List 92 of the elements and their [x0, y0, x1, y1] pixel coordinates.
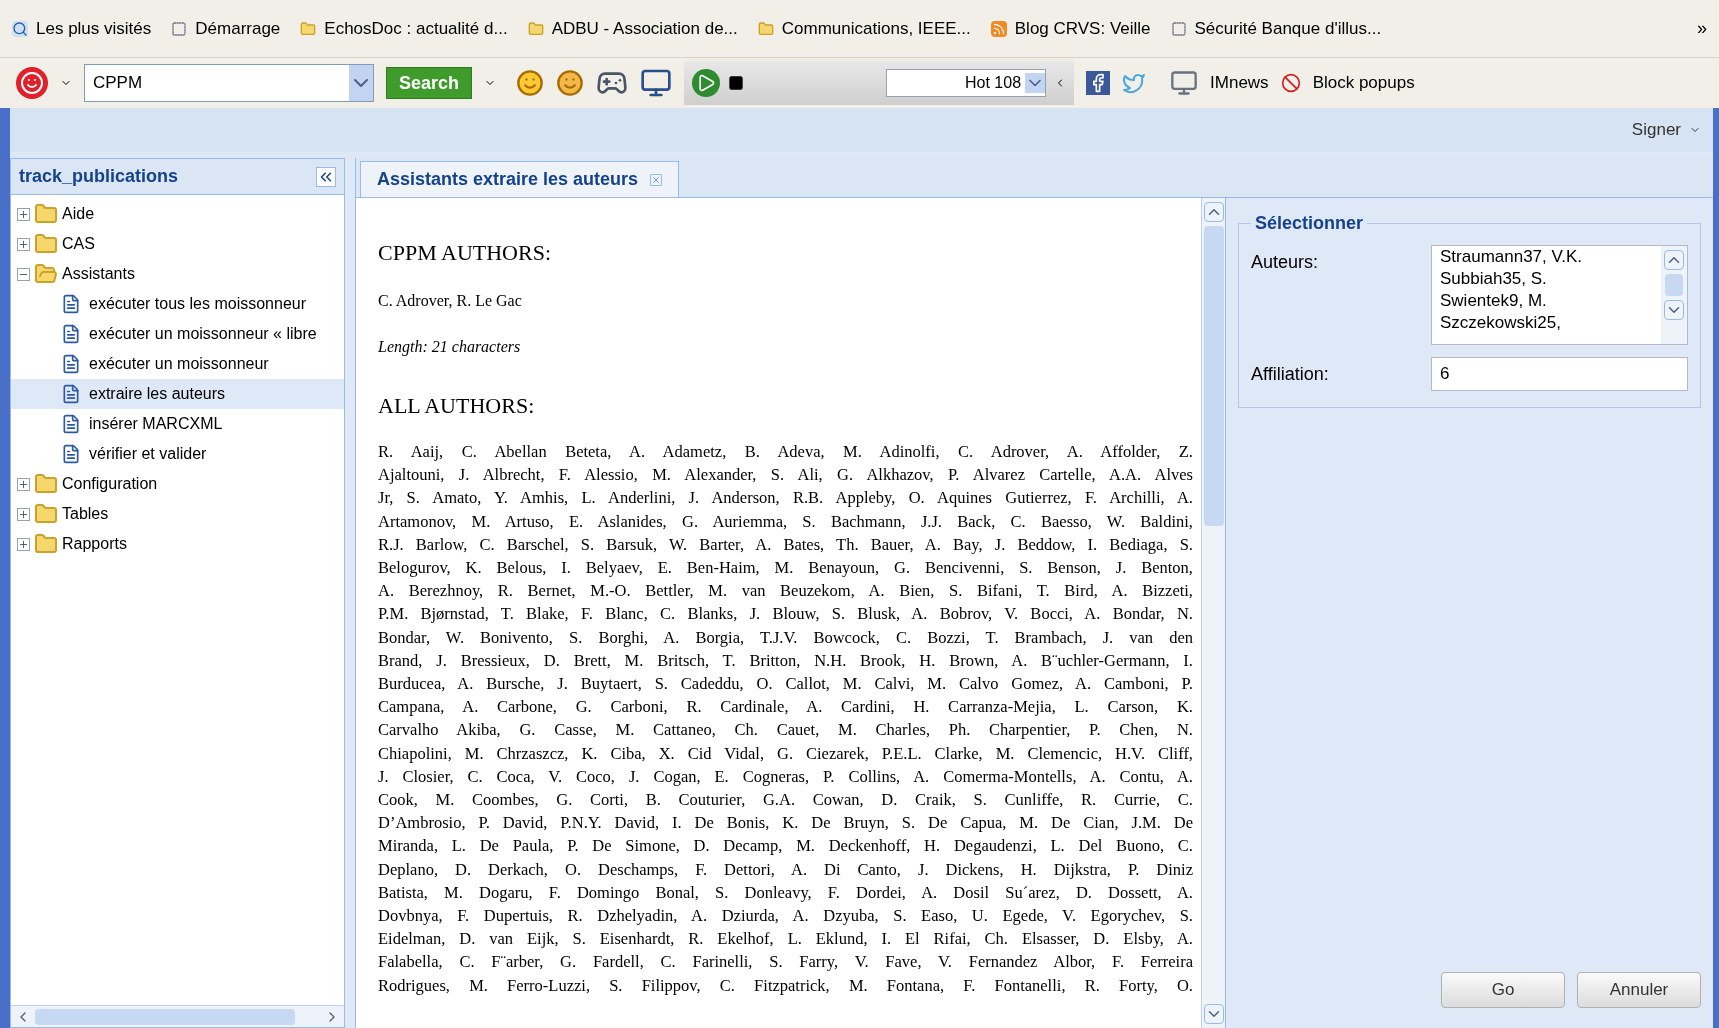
- folder-icon: [34, 262, 58, 286]
- dialog-button[interactable]: Annuler: [1577, 972, 1701, 1008]
- affiliation-field[interactable]: 6: [1431, 357, 1688, 391]
- expand-icon[interactable]: [17, 207, 30, 221]
- bookmark[interactable]: EchosDoc : actualité d...: [300, 15, 508, 42]
- scroll-thumb[interactable]: [1665, 274, 1683, 296]
- tree-item[interactable]: CAS: [11, 229, 344, 259]
- page-icon: [61, 294, 81, 314]
- scroll-down-icon[interactable]: [1664, 300, 1684, 320]
- author-text: C. Adrover, R. Le Gac: [378, 291, 523, 311]
- tree-item[interactable]: Aide: [11, 199, 344, 229]
- logo-icon[interactable]: [16, 67, 48, 99]
- smiley-icon[interactable]: [556, 69, 585, 97]
- user-menu[interactable]: Signer: [1631, 117, 1701, 143]
- page-icon: [61, 444, 81, 464]
- bookmark[interactable]: Les plus visités: [12, 15, 152, 42]
- expand-icon[interactable]: [17, 537, 30, 551]
- tree-item[interactable]: exécuter un moissonneur « libre: [11, 319, 344, 349]
- length-text: Length: 21 characters: [378, 337, 522, 358]
- rss-icon: [990, 20, 1007, 37]
- folder-icon: [527, 20, 544, 37]
- field-label: Auteurs:: [1251, 251, 1320, 274]
- authors-list[interactable]: Straumann37, V.K. Subbiah35, S. Swientek9, M. Szczekowski25,: [1431, 245, 1688, 345]
- expand-icon[interactable]: [17, 237, 30, 251]
- scroll-up-icon[interactable]: [1203, 202, 1224, 222]
- smiley-icon[interactable]: [516, 69, 545, 97]
- bookmark[interactable]: Sécurité Banque d'illus...: [1170, 15, 1382, 42]
- tree-item[interactable]: insérer MARCXML: [11, 409, 344, 439]
- tree-item[interactable]: exécuter tous les moissonneur: [11, 289, 344, 319]
- page-icon: [61, 384, 81, 404]
- more-bookmarks[interactable]: »: [1697, 15, 1707, 42]
- hot-field[interactable]: Hot 108: [886, 69, 1047, 97]
- tree-item[interactable]: extraire les auteurs: [11, 379, 344, 409]
- bookmark[interactable]: Communications, IEEE...: [757, 15, 971, 42]
- page-icon: [61, 354, 81, 374]
- fieldset-legend: Sélectionner: [1251, 210, 1368, 237]
- tree-item[interactable]: Rapports: [11, 529, 344, 559]
- section-heading: ALL AUTHORS:: [378, 392, 536, 420]
- bookmark[interactable]: ADBU - Association de...: [527, 15, 738, 42]
- bookmark[interactable]: Démarrage: [171, 15, 281, 42]
- dropdown-icon[interactable]: [1025, 73, 1046, 93]
- blank-page-icon: [1170, 20, 1187, 37]
- tree-item[interactable]: Assistants: [11, 259, 344, 289]
- dropdown-icon[interactable]: [349, 65, 373, 101]
- vertical-scrollbar[interactable]: [1661, 246, 1687, 344]
- tree-item[interactable]: Configuration: [11, 469, 344, 499]
- folder-icon: [34, 472, 58, 496]
- stop-icon[interactable]: [728, 75, 745, 91]
- list-option[interactable]: Swientek9, M.: [1440, 290, 1653, 312]
- panel-title: track_publications: [19, 165, 179, 188]
- search-field[interactable]: CPPM: [84, 64, 374, 102]
- list-option[interactable]: Szczekowski25,: [1440, 312, 1653, 334]
- horizontal-scrollbar[interactable]: [11, 1005, 344, 1027]
- block-popups-link[interactable]: Block popups: [1312, 70, 1415, 96]
- page-icon: [61, 324, 81, 344]
- tab[interactable]: Assistants extraire les auteurs: [360, 161, 680, 197]
- vertical-scrollbar[interactable]: [1201, 198, 1225, 1028]
- block-icon[interactable]: [1280, 73, 1301, 93]
- list-option[interactable]: Subbiah35, S.: [1440, 268, 1653, 290]
- bookmark[interactable]: Blog CRVS: Veille: [990, 15, 1151, 42]
- folder-icon: [34, 232, 58, 256]
- search-button[interactable]: Search: [386, 67, 473, 99]
- folder-icon: [34, 202, 58, 226]
- tree-item[interactable]: exécuter un moissonneur: [11, 349, 344, 379]
- collapse-icon[interactable]: [17, 267, 30, 281]
- scroll-up-icon[interactable]: [1664, 250, 1684, 270]
- expand-icon[interactable]: [17, 477, 30, 491]
- scroll-down-icon[interactable]: [1203, 1004, 1224, 1024]
- facebook-icon[interactable]: [1086, 71, 1111, 95]
- expand-icon[interactable]: [17, 507, 30, 521]
- close-icon[interactable]: [650, 173, 663, 186]
- folder-icon: [757, 20, 774, 37]
- field-label: Affiliation:: [1251, 362, 1330, 386]
- page-icon: [61, 414, 81, 434]
- folder-icon: [34, 502, 58, 526]
- search-icon: [12, 20, 28, 37]
- tree-item[interactable]: vérifier et valider: [11, 439, 344, 469]
- dialog-button[interactable]: Go: [1441, 972, 1565, 1008]
- list-option[interactable]: Straumann37, V.K.: [1440, 246, 1653, 268]
- scroll-thumb[interactable]: [1203, 226, 1224, 526]
- folder-icon: [34, 532, 58, 556]
- author-list: R. Aaij, C. Abellan Beteta, A. Adametz, B. Adeva, M. Adinolfi, C. Adrover, A. Affolder, Z. Ajaltouni, J. Albrecht, F. Alessio, M. Alexander, S. Ali, G. Alkhazov, P. Alvarez Cartelle, A.A. Alves Jr, S. Amato, Y. Amhis, L. Anderlini, J. Anderson, R.B. Appleby, O. Aquines Gutierrez, F. Archilli, A. Artamonov, M. Artuso, E. Aslanides, G. Auriemma, S. Bachmann, J.J. Back, C. Baesso, W. Baldini, R.J. Barlow, C. Barschel, S. Barsuk, W. Barter, A. Bates, Th. Bauer, A. Bay, J. Beddow, I. Bediaga, S. Belogurov, K. Belous, I. Belyaev, E. Ben-Haim, M. Benayoun, G. Bencivenni, S. Benson, J. Benton, A. Berezhnoy, R. Bernet, M.-O. Bettler, M. van Beuzekom, A. Bien, S. Bifani, T. Bird, A. Bizzeti, P.M. Bjørnstad, T. Blake, F. Blanc, C. Blanks, J. Blouw, S. Blusk, A. Bobrov, V. Bocci, A. Bondar, N. Bondar, W. Bonivento, S. Borghi, A. Borgia, T.J.V. Bowcock, C. Bozzi, T. Brambach, J. van den Brand, J. Bressieux, D. Brett, M. Britsch, T. Britton, N.H. Brook, H. Brown, A. B¨uchler-Germann, I. Burducea, A. Bursche, J. Buytaert, S. Cadeddu, O. Callot, M. Calvi, M. Calvo Gomez, A. Camboni, P. Campana, A. Carbone, G. Carboni, R. Cardinale, A. Cardini, H. Carranza-Mejia, L. Carson, K. Carvalho Akiba, G. Casse, M. Cattaneo, Ch. Cauet, M. Charles, Ph. Charpentier, P. Chen, N. Chiapolini, M. Chrzaszcz, K. Ciba, X. Cid Vidal, G. Ciezarek, P.E.L. Clarke, M. Clemencic, H.V. Cliff, J. Closier, C. Coca, V. Coco, J. Cogan, E. Cogneras, P. Collins, A. Comerma-Montells, A. Contu, A. Cook, M. Coombes, G. Corti, B. Couturier, G.A. Cowan, D. Craik, S. Cunliffe, R. Currie, C. D’Ambrosio, P. David, P.N.Y. David, I. De Bonis, K. De Bruyn, S. De Capua, M. De Cian, J.M. De Miranda, L. De Paula, P. De Simone, D. Decamp, M. Deckenhoff, H. Degaudenzi, L. Del Buono, C. Deplano, D. Derkach, O. Deschamps, F. Dettori, A. Di Canto, J. Dickens, H. Dijkstra, P. Diniz Batista, M. Dogaru, F. Domingo Bonal, S. Donleavy, F. Dordei, A. Dosil Su´arez, D. Dossett, A. Dovbnya, F. Dupertuis, R. Dzhelyadin, A. Dziurda, A. Dzyuba, S. Easo, U. Egede, V. Egorychev, S. Eidelman, D. van Eijk, S. Eisenhardt, R. Ekelhof, L. Eklund, I. El Rifai, Ch. Elsasser, D. Elsby, A. Falabella, C. F¨arber, G. Fardell, C. Farinelli, S. Farry, V. Fave, V. Fernandez Albor, F. Ferreira Rodrigues, M. Ferro-Luzzi, S. Filippov, C. Fitzpatrick, M. Fontana, F. Fontanelli, R. Forty, O.: [378, 440, 1193, 997]
- folder-icon: [300, 20, 317, 37]
- section-heading: CPPM AUTHORS:: [378, 239, 552, 267]
- tree-item[interactable]: Tables: [11, 499, 344, 529]
- monitor-icon[interactable]: [640, 67, 673, 99]
- blank-page-icon: [171, 20, 188, 37]
- imnews-link[interactable]: IMnews: [1210, 70, 1269, 96]
- bird-icon[interactable]: [1122, 71, 1147, 95]
- collapse-icon[interactable]: [316, 166, 336, 187]
- scroll-thumb[interactable]: [35, 1008, 295, 1025]
- play-icon[interactable]: [692, 69, 721, 97]
